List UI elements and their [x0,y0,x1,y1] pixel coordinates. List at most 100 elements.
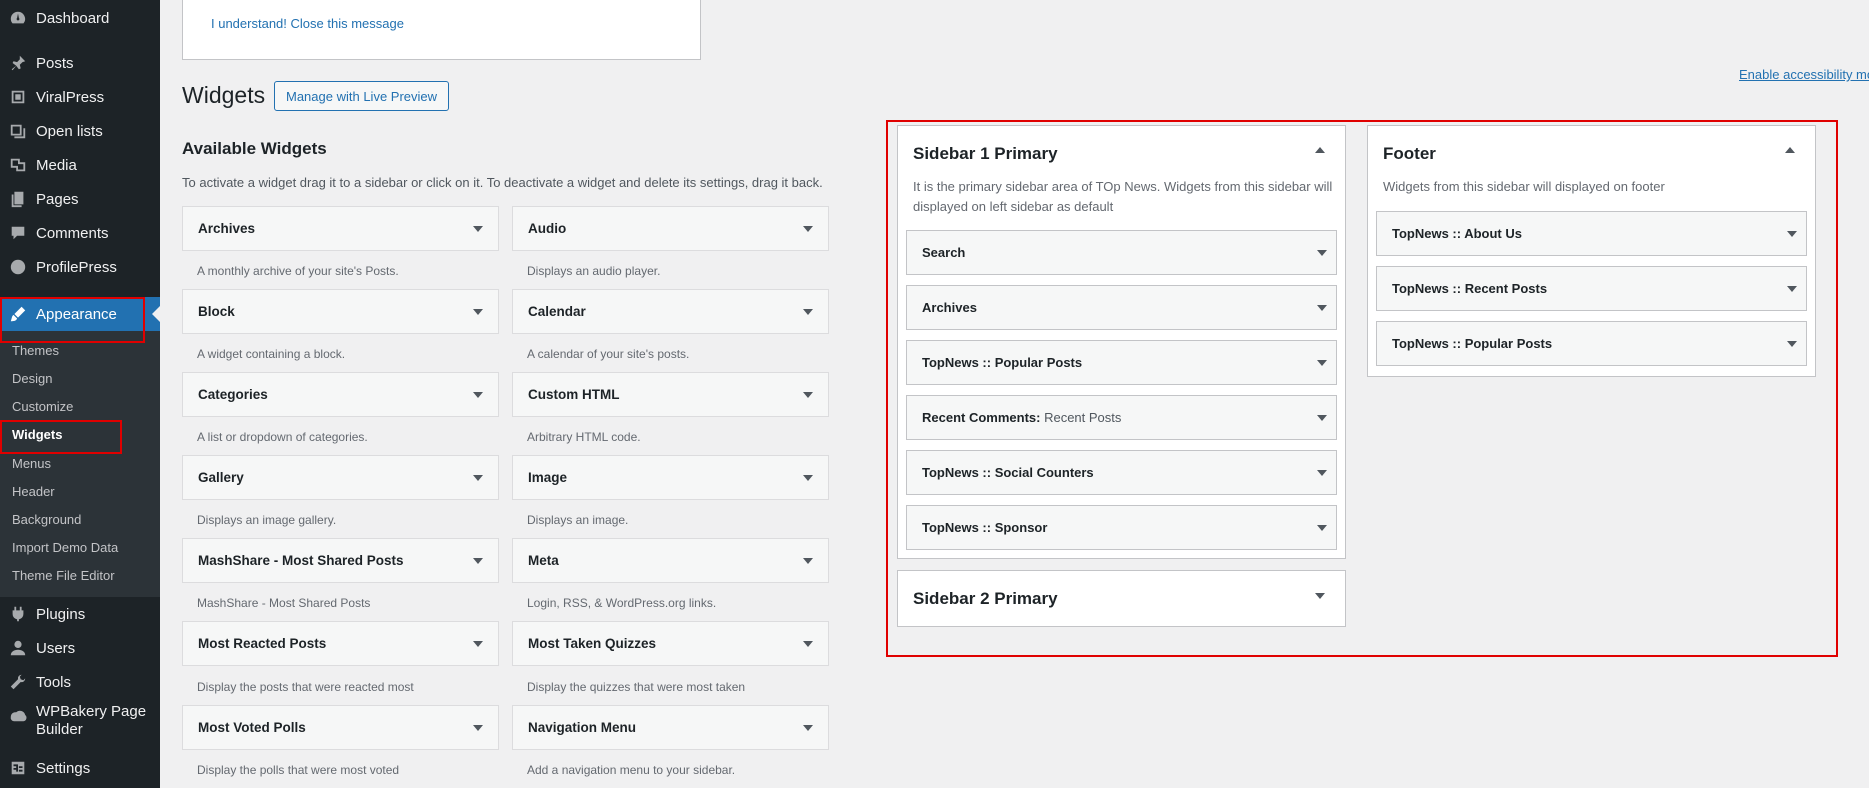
chevron-down-icon[interactable] [1317,470,1327,476]
chevron-down-icon[interactable] [803,392,813,398]
widget-audio[interactable]: Audio [512,206,829,251]
widget-title: Recent Comments: Recent Posts [922,410,1121,425]
wrench-icon [8,672,28,692]
menu-label-wrap: WPBakery Page Builder [36,703,146,739]
chevron-up-icon[interactable] [1315,147,1325,153]
chevron-up-icon[interactable] [1785,147,1795,153]
pin-icon [8,53,28,73]
menu-media[interactable]: Media [0,148,160,182]
widget-image[interactable]: Image [512,455,829,500]
menu-tools[interactable]: Tools [0,665,160,699]
submenu-menus[interactable]: Menus [12,456,51,471]
chevron-down-icon[interactable] [1317,250,1327,256]
widget-title: Archives [198,221,256,236]
submenu-import-demo-data[interactable]: Import Demo Data [12,540,118,555]
chevron-down-icon[interactable] [803,226,813,232]
widget-description: Arbitrary HTML code. [527,430,641,444]
widget-calendar[interactable]: Calendar [512,289,829,334]
chevron-down-icon[interactable] [803,309,813,315]
submenu-widgets[interactable]: Widgets [12,427,62,442]
chevron-down-icon[interactable] [473,558,483,564]
submenu-design[interactable]: Design [12,371,52,386]
chevron-down-icon[interactable] [1315,593,1325,599]
menu-dashboard[interactable]: Dashboard [0,1,160,35]
chevron-down-icon[interactable] [1787,341,1797,347]
menu-users[interactable]: Users [0,631,160,665]
chevron-down-icon[interactable] [473,309,483,315]
menu-label: Media [36,156,77,174]
sidebar-widget-about-us[interactable]: TopNews :: About Us [1376,211,1807,256]
menu-wpbakery[interactable]: WPBakery Page Builder [0,703,160,743]
sidebar-title[interactable]: Footer [1383,144,1436,164]
widget-archives[interactable]: Archives [182,206,499,251]
submenu-theme-file-editor[interactable]: Theme File Editor [12,568,115,583]
widget-title: MashShare - Most Shared Posts [198,553,404,568]
sidebar-widget-social-counters[interactable]: TopNews :: Social Counters [906,450,1337,495]
sidebar-widget-archives[interactable]: Archives [906,285,1337,330]
chevron-down-icon[interactable] [803,558,813,564]
widget-most-voted-polls[interactable]: Most Voted Polls [182,705,499,750]
menu-settings[interactable]: Settings [0,751,160,785]
widget-categories[interactable]: Categories [182,372,499,417]
menu-appearance[interactable]: Appearance [0,297,160,331]
widget-title: Calendar [528,304,586,319]
chevron-down-icon[interactable] [803,475,813,481]
widget-title: Block [198,304,235,319]
sidebar-title[interactable]: Sidebar 1 Primary [913,144,1058,164]
submenu-background[interactable]: Background [12,512,81,527]
sidebar-widget-recent-posts[interactable]: TopNews :: Recent Posts [1376,266,1807,311]
dismiss-notice-link[interactable]: I understand! Close this message [211,16,404,31]
widget-navigation-menu[interactable]: Navigation Menu [512,705,829,750]
chevron-down-icon[interactable] [1317,415,1327,421]
widget-title: Search [922,245,966,260]
sidebar-widget-popular-posts[interactable]: TopNews :: Popular Posts [1376,321,1807,366]
widget-mashshare[interactable]: MashShare - Most Shared Posts [182,538,499,583]
widget-most-reacted-posts[interactable]: Most Reacted Posts [182,621,499,666]
profilepress-icon [8,257,28,277]
chevron-down-icon[interactable] [473,475,483,481]
chevron-down-icon[interactable] [1317,305,1327,311]
chevron-down-icon[interactable] [1787,286,1797,292]
available-widgets-title: Available Widgets [182,139,327,158]
chevron-down-icon[interactable] [473,641,483,647]
accessibility-mode-link[interactable]: Enable accessibility mode [1739,67,1869,82]
submenu-header[interactable]: Header [12,484,55,499]
sidebar-2-primary[interactable]: Sidebar 2 Primary [897,570,1346,627]
chevron-down-icon[interactable] [1317,360,1327,366]
widget-description: Display the posts that were reacted most [197,680,414,694]
menu-viralpress[interactable]: ViralPress [0,80,160,114]
widget-title: TopNews :: Popular Posts [1392,336,1553,351]
widget-title: TopNews :: Recent Posts [1392,281,1548,296]
widget-custom-html[interactable]: Custom HTML [512,372,829,417]
menu-open-lists[interactable]: Open lists [0,114,160,148]
sidebar-widget-search[interactable]: Search [906,230,1337,275]
submenu-customize[interactable]: Customize [12,399,73,414]
menu-label: Plugins [36,605,86,623]
widget-block[interactable]: Block [182,289,499,334]
chevron-down-icon[interactable] [473,725,483,731]
chevron-down-icon[interactable] [1787,231,1797,237]
widget-most-taken-quizzes[interactable]: Most Taken Quizzes [512,621,829,666]
menu-profilepress[interactable]: ProfilePress [0,250,160,284]
widget-meta[interactable]: Meta [512,538,829,583]
submenu-themes[interactable]: Themes [12,343,59,358]
chevron-down-icon[interactable] [473,226,483,232]
menu-posts[interactable]: Posts [0,46,160,80]
menu-comments[interactable]: Comments [0,216,160,250]
sidebar-title[interactable]: Sidebar 2 Primary [913,589,1058,609]
widget-gallery[interactable]: Gallery [182,455,499,500]
menu-pages[interactable]: Pages [0,182,160,216]
live-preview-button[interactable]: Manage with Live Preview [274,81,450,111]
sidebar-footer: Footer Widgets from this sidebar will di… [1367,125,1816,377]
wpbakery-icon [8,705,28,725]
media-icon [8,155,28,175]
chevron-down-icon[interactable] [803,725,813,731]
menu-plugins[interactable]: Plugins [0,597,160,631]
sidebar-widget-sponsor[interactable]: TopNews :: Sponsor [906,505,1337,550]
chevron-down-icon[interactable] [473,392,483,398]
chevron-down-icon[interactable] [1317,525,1327,531]
widget-title: Most Taken Quizzes [528,636,657,651]
sidebar-widget-recent-comments[interactable]: Recent Comments: Recent Posts [906,395,1337,440]
chevron-down-icon[interactable] [803,641,813,647]
sidebar-widget-popular-posts[interactable]: TopNews :: Popular Posts [906,340,1337,385]
